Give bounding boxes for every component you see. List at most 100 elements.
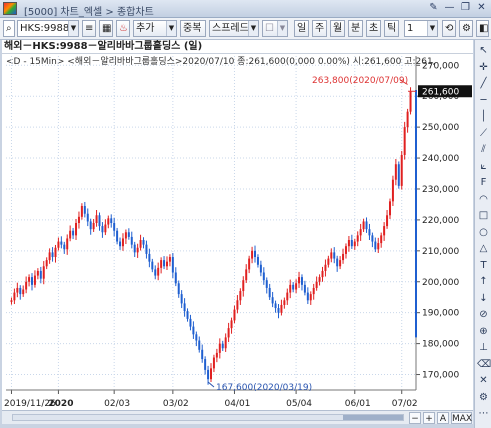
show-all-button[interactable]: A	[437, 412, 449, 424]
crosshair-icon[interactable]: ✛	[477, 61, 490, 74]
vertical-line-icon[interactable]: │	[477, 110, 490, 123]
delete-icon[interactable]: ✕	[477, 374, 490, 387]
arrow-up-icon[interactable]: ↑	[477, 275, 490, 288]
search-icon[interactable]: ⌕	[3, 20, 15, 37]
candle-body	[271, 297, 274, 304]
list-icon[interactable]: ≡	[82, 20, 96, 37]
y-tick-label: 210,000	[422, 247, 459, 257]
period-tick-button[interactable]: 틱	[384, 20, 399, 37]
triangle-icon[interactable]: △	[477, 242, 490, 255]
candle-body	[356, 235, 359, 242]
horizontal-line-icon[interactable]: ─	[477, 94, 490, 107]
settings-icon[interactable]: ⚙	[477, 391, 490, 404]
chevron-down-icon[interactable]: ▼	[427, 21, 437, 36]
more-icon[interactable]: ⋯	[477, 407, 490, 420]
candle-body	[318, 277, 321, 282]
candle-body	[160, 260, 163, 268]
candle-body	[221, 343, 224, 349]
flame-icon[interactable]: ♨	[116, 20, 130, 37]
candle-body	[306, 292, 309, 301]
rectangle-icon[interactable]: □	[477, 209, 490, 222]
ruler-icon[interactable]: ⊥	[477, 341, 490, 354]
candle-body	[300, 277, 303, 285]
chart-title: 해외－HKS:9988－알리바바그룹홀딩스 (일)	[2, 40, 473, 54]
arrow-down-icon[interactable]: ↓	[477, 292, 490, 305]
chevron-down-icon[interactable]: ▼	[166, 21, 176, 36]
zoom-out-button[interactable]: −	[409, 412, 421, 424]
y-tick-label: 240,000	[422, 154, 459, 164]
candle-body	[274, 303, 277, 309]
trend-line-icon[interactable]: ⟋	[477, 127, 490, 140]
candle-body	[92, 223, 95, 230]
chevron-down-icon[interactable]: ▼	[277, 21, 287, 36]
candle-body	[339, 260, 342, 267]
candle-body	[303, 284, 306, 293]
candle-body	[145, 244, 148, 254]
y-tick-label: 180,000	[422, 340, 459, 350]
candle-body	[10, 300, 13, 302]
side-toggle-icon[interactable]: ◧	[476, 20, 489, 37]
candle-body	[233, 309, 236, 321]
y-tick-label: 190,000	[422, 309, 459, 319]
line-icon[interactable]: ╱	[477, 77, 490, 90]
candle-body	[256, 257, 259, 265]
max-button[interactable]: MAX	[451, 412, 472, 424]
candle-body	[101, 226, 104, 233]
price-chart[interactable]: <D - 15Min> <해외－알리바바그룹홀딩스>2020/07/10 종:2…	[2, 54, 473, 410]
x-tick-label: 05/04	[286, 399, 312, 409]
candles	[10, 79, 412, 388]
checkbox-select[interactable]: ☐ ▼	[262, 20, 288, 37]
ellipse-icon[interactable]: ○	[477, 226, 490, 239]
text-icon[interactable]: T	[477, 259, 490, 272]
y-axis: 270,000260,000250,000240,000230,000220,0…	[408, 56, 472, 390]
period-week-button[interactable]: 주	[312, 20, 327, 37]
candle-body	[239, 291, 242, 301]
add-button[interactable]: 추가 ▼	[133, 20, 177, 37]
history-icon[interactable]: ⟲	[442, 20, 456, 37]
period-day-button[interactable]: 일	[294, 20, 309, 37]
spread-button[interactable]: 스프레드 ▼	[209, 20, 259, 37]
candle-body	[171, 257, 174, 273]
period-minute-button[interactable]: 분	[348, 20, 363, 37]
hide-icon[interactable]: ⊘	[477, 308, 490, 321]
candle-body	[51, 252, 54, 258]
arc-icon[interactable]: ◠	[477, 193, 490, 206]
pin-icon[interactable]: ✎	[427, 2, 440, 15]
magnet-icon[interactable]: ⊕	[477, 325, 490, 338]
close-icon[interactable]: ✕	[475, 2, 488, 15]
window-controls: ✎ — ❐ ✕	[427, 2, 488, 15]
candle-body	[391, 179, 394, 202]
settings-icon[interactable]: ⚙	[459, 20, 473, 37]
pointer-icon[interactable]: ↖	[477, 44, 490, 57]
count-select[interactable]: 1 ▼	[404, 20, 438, 37]
grid-icon[interactable]: ▦	[99, 20, 113, 37]
scrollbar[interactable]	[12, 414, 404, 421]
candle-body	[406, 111, 409, 128]
fibonacci-icon[interactable]: F	[477, 176, 490, 189]
restore-icon[interactable]: ❐	[459, 2, 472, 15]
channel-icon[interactable]: ⫽	[477, 143, 490, 156]
fan-icon[interactable]: ⟀	[477, 160, 490, 173]
candle-body	[333, 252, 336, 259]
eraser-icon[interactable]: ⌫	[477, 358, 491, 371]
scroll-thumb[interactable]	[343, 415, 403, 420]
period-month-button[interactable]: 월	[330, 20, 345, 37]
minimize-icon[interactable]: —	[443, 2, 456, 15]
overlay-button[interactable]: 중복	[180, 20, 206, 37]
candle-body	[330, 252, 333, 259]
candle-body	[174, 272, 177, 284]
zoom-in-button[interactable]: +	[423, 412, 435, 424]
candle-body	[83, 205, 86, 214]
candle-body	[127, 232, 130, 237]
chevron-down-icon[interactable]: ▼	[68, 21, 78, 36]
chart-area[interactable]: <D - 15Min> <해외－알리바바그룹홀딩스>2020/07/10 종:2…	[2, 54, 473, 410]
chevron-down-icon[interactable]: ▼	[248, 21, 258, 36]
symbol-select[interactable]: HKS:9988 ▼	[17, 20, 79, 37]
candle-body	[315, 281, 318, 288]
candle-body	[289, 284, 292, 293]
period-second-button[interactable]: 초	[366, 20, 381, 37]
candle-body	[28, 277, 31, 282]
candle-body	[77, 216, 80, 223]
candle-body	[42, 266, 45, 279]
candle-body	[57, 241, 60, 248]
